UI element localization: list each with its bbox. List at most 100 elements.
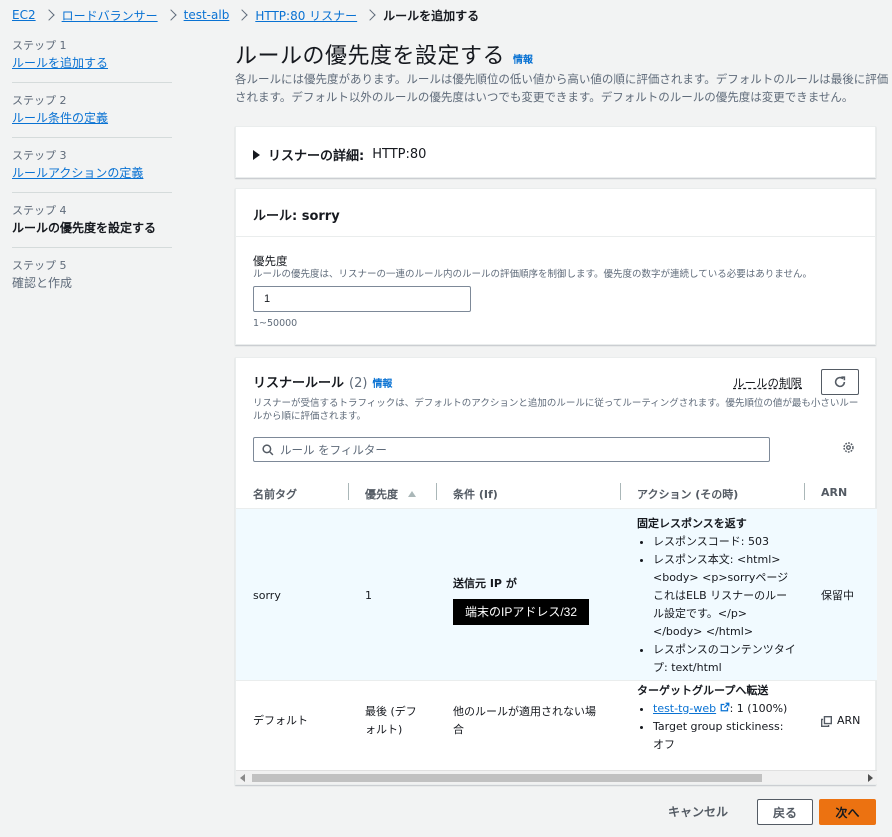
column-header-arn[interactable]: ARN [821,486,847,499]
copy-icon [821,715,832,727]
step-1: ステップ 1 ルールを追加する [12,38,172,83]
column-divider [348,483,349,500]
external-link-icon [720,702,729,712]
listener-details-panel: リスナーの詳細: HTTP:80 [235,126,876,178]
list-item: レスポンスのコンテンツタイプ: text/html [653,641,797,677]
action-details: レスポンスコード: 503 レスポンス本文: <html> <body> <p>… [637,533,797,677]
rule-limits-link[interactable]: ルールの制限 [733,375,802,391]
scroll-right-arrow[interactable] [868,774,873,782]
column-header-priority-label: 優先度 [365,488,398,501]
breadcrumb-ec2[interactable]: EC2 [12,8,36,22]
target-group-weight: : 1 (100%) [729,702,788,715]
wizard-steps: ステップ 1 ルールを追加する ステップ 2 ルール条件の定義 ステップ 3 ル… [12,38,172,312]
rule-action: 固定レスポンスを返す レスポンスコード: 503 レスポンス本文: <html>… [637,515,797,677]
step-link-define-actions[interactable]: ルールアクションの定義 [12,164,172,182]
rule-panel-body: 優先度 ルールの優先度は、リスナーの一連のルール内のルールの評価順序を制御します… [236,237,875,346]
back-button[interactable]: 戻る [757,799,813,825]
wizard-footer: キャンセル 戻る 次へ [0,799,892,827]
scrollbar-thumb[interactable] [252,774,762,782]
step-3: ステップ 3 ルールアクションの定義 [12,148,172,193]
gear-icon [843,442,854,453]
table-row[interactable]: sorry 1 送信元 IP が 端末のIPアドレス/32 固定レスポンスを返す… [236,509,877,681]
step-link-define-conditions[interactable]: ルール条件の定義 [12,109,172,127]
breadcrumb: EC2 ロードバランサー test-alb HTTP:80 リスナー ルールを追… [12,6,479,24]
listener-rules-count: (2) [349,376,368,391]
cancel-button[interactable]: キャンセル [668,803,728,820]
listener-rules-info-link[interactable]: 情報 [372,375,392,390]
sort-ascending-icon [408,491,416,497]
column-header-priority[interactable]: 優先度 [365,486,416,502]
step-number: ステップ 4 [12,204,67,217]
page-info-link[interactable]: 情報 [513,51,533,66]
step-2: ステップ 2 ルール条件の定義 [12,93,172,138]
rule-priority: 最後 (デフォルト) [365,705,417,736]
list-item: Target group stickiness: オフ [653,718,797,754]
list-item: test-tg-web : 1 (100%) [653,700,797,718]
priority-label: 優先度 [253,254,288,268]
scroll-left-arrow[interactable] [240,774,245,782]
chevron-right-icon [236,9,248,21]
rules-table-header: 名前タグ 優先度 条件 (If) アクション (その時) ARN [236,476,877,509]
rule-condition: 他のルールが適用されない場合 [453,705,596,736]
step-4: ステップ 4 ルールの優先度を設定する [12,203,172,248]
column-divider [620,483,621,500]
column-header-action[interactable]: アクション (その時) [637,486,738,502]
column-divider [436,483,437,500]
listener-rules-description: リスナーが受信するトラフィックは、デフォルトのアクションと追加のルールに従ってル… [253,398,859,422]
listener-details-label: リスナーの詳細: [268,149,365,164]
page-title: ルールの優先度を設定する [235,44,506,69]
list-item: レスポンス本文: <html> <body> <p>sorryページ これはEL… [653,551,797,641]
step-5: ステップ 5 確認と作成 [12,258,172,302]
step-current-set-priority: ルールの優先度を設定する [12,221,157,235]
step-number: ステップ 1 [12,39,67,52]
page-header: ルールの優先度を設定する 情報 [235,38,877,69]
action-title: 固定レスポンスを返す [637,517,747,530]
refresh-button[interactable] [821,369,859,395]
priority-description: ルールの優先度は、リスナーの一連のルール内のルールの評価順序を制御します。優先度… [253,269,812,280]
step-number: ステップ 5 [12,259,67,272]
search-icon [262,443,274,455]
chevron-right-icon [42,9,55,21]
column-header-condition[interactable]: 条件 (If) [453,486,498,502]
action-details: test-tg-web : 1 (100%) Target group stic… [637,700,797,754]
listener-rules-title: リスナールール [253,376,345,391]
listener-details-expander[interactable]: リスナーの詳細: HTTP:80 [253,145,426,164]
breadcrumb-load-balancers[interactable]: ロードバランサー [62,7,158,24]
rule-filter-input[interactable]: ルール をフィルター [253,437,770,462]
step-review-create: 確認と作成 [12,276,73,290]
priority-hint: 1~50000 [253,318,298,329]
breadcrumb-test-alb[interactable]: test-alb [184,8,230,22]
listener-details-value: HTTP:80 [372,147,427,162]
action-title: ターゲットグループへ転送 [637,684,769,697]
rule-name: デフォルト [253,714,308,727]
condition-ip-value: 端末のIPアドレス/32 [453,599,590,625]
priority-input[interactable]: 1 [253,286,471,312]
table-row[interactable]: デフォルト 最後 (デフォルト) 他のルールが適用されない場合 ターゲットグルー… [236,682,877,772]
next-button[interactable]: 次へ [819,799,876,825]
breadcrumb-current: ルールを追加する [383,8,480,23]
breadcrumb-listener[interactable]: HTTP:80 リスナー [255,7,357,24]
listener-rules-panel: リスナールール (2) 情報 ルールの制限 リスナーが受信するトラフィックは、デ… [235,357,877,785]
table-preferences-button[interactable] [842,441,855,457]
column-divider [804,483,805,500]
horizontal-scrollbar[interactable] [236,770,877,784]
rule-arn: 保留中 [821,589,854,602]
rule-name: sorry [253,589,281,602]
main-content: ルールの優先度を設定する 情報 各ルールには優先度があります。ルールは優先順位の… [235,38,888,785]
column-header-name[interactable]: 名前タグ [253,486,297,502]
arn-label: ARN [837,714,861,727]
rule-panel: ルール: sorry 優先度 ルールの優先度は、リスナーの一連のルール内のルール… [235,188,876,345]
rule-condition: 送信元 IP が 端末のIPアドレス/32 [453,575,590,625]
rule-filter-placeholder: ルール をフィルター [280,442,387,457]
rule-action: ターゲットグループへ転送 test-tg-web : 1 (100%) Targ… [637,682,797,754]
step-number: ステップ 2 [12,94,67,107]
step-link-add-rule[interactable]: ルールを追加する [12,54,172,72]
page-description: 各ルールには優先度があります。ルールは優先順位の低い値から高い値の順に評価されま… [235,72,889,104]
chevron-right-icon [364,9,376,21]
rule-priority: 1 [365,589,372,602]
condition-label: 送信元 IP が [453,577,517,590]
listener-rules-header: リスナールール (2) 情報 [253,372,392,391]
chevron-right-icon [164,9,177,21]
target-group-link[interactable]: test-tg-web [653,702,716,715]
rule-arn[interactable]: ARN [821,712,860,730]
